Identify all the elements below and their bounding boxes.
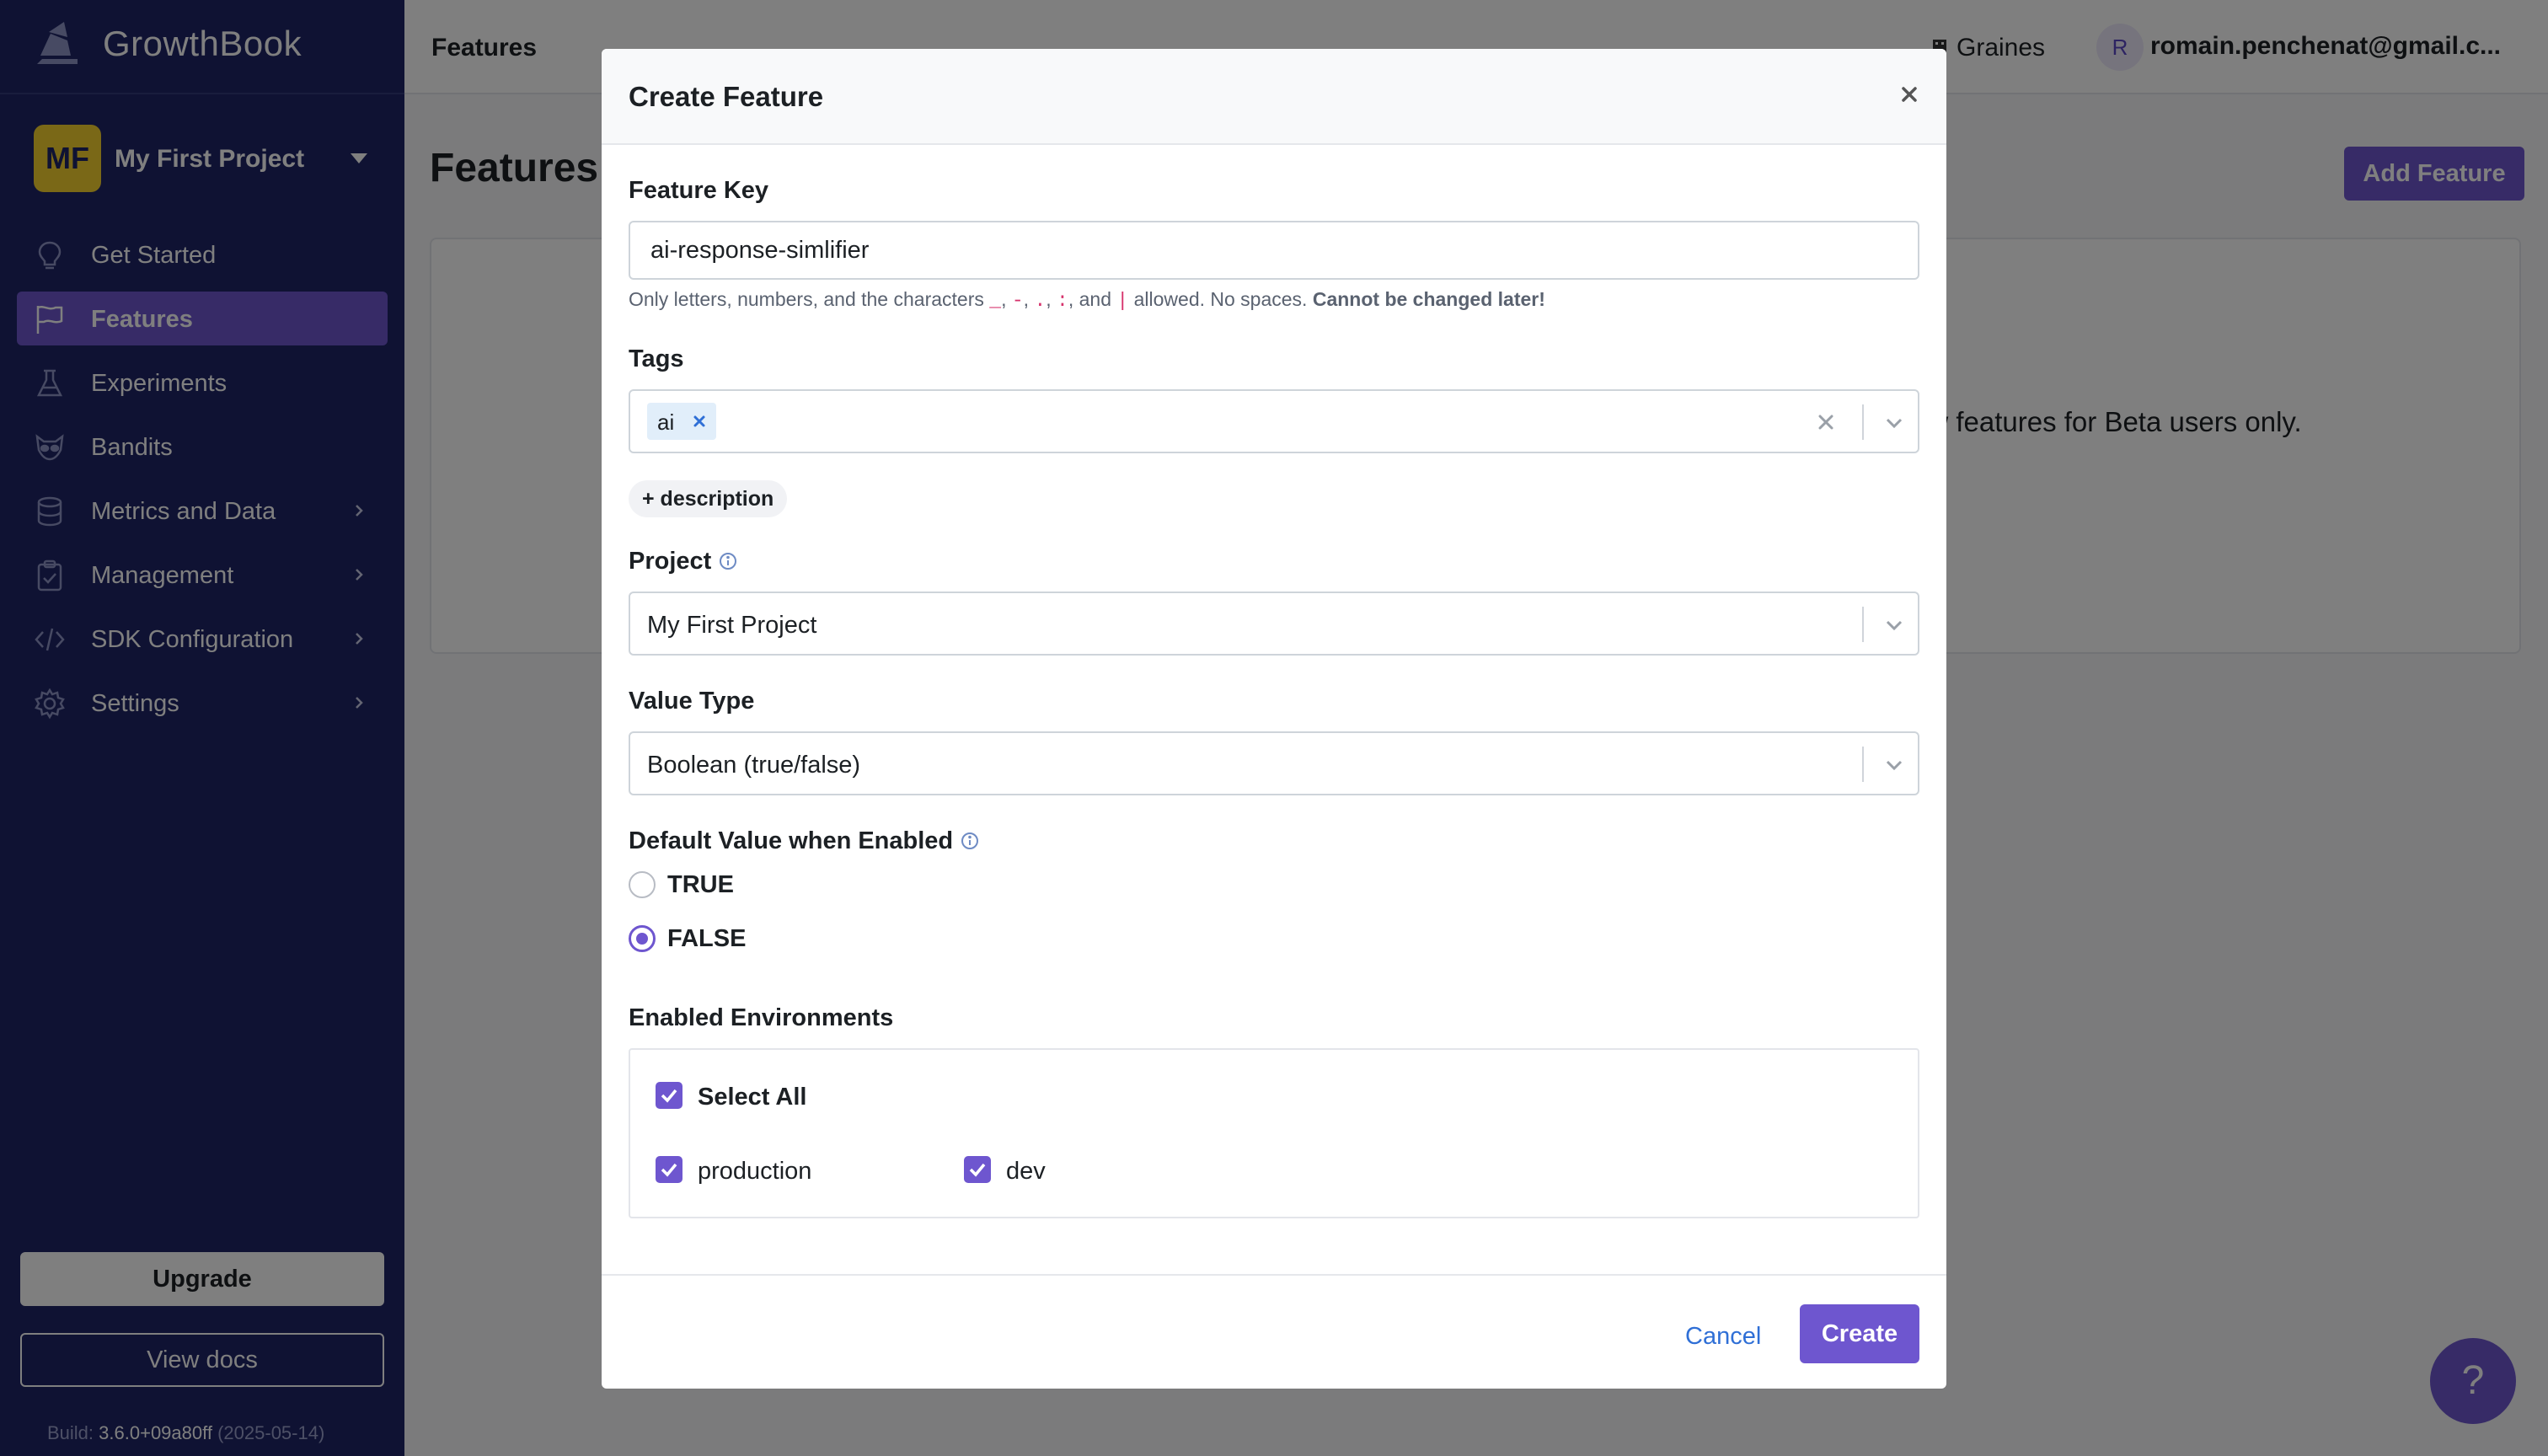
value-type-select-value: Boolean (true/false): [647, 752, 861, 779]
environment-label: dev: [1006, 1158, 1046, 1185]
environment-label: production: [698, 1158, 812, 1185]
radio-label-true: TRUE: [667, 871, 734, 898]
project-select[interactable]: My First Project: [629, 592, 1919, 656]
help-char: |: [1116, 290, 1129, 312]
project-label: Project: [629, 548, 738, 575]
remove-tag-icon[interactable]: [691, 413, 708, 430]
dev-checkbox[interactable]: [964, 1156, 991, 1183]
default-value-label: Default Value when Enabled: [629, 827, 980, 855]
help-char: .: [1034, 290, 1046, 312]
tags-select[interactable]: ai: [629, 389, 1919, 453]
select-separator: [1862, 607, 1864, 642]
chevron-down-icon[interactable]: [1882, 753, 1906, 777]
create-button[interactable]: Create: [1800, 1304, 1919, 1363]
radio-label-false: FALSE: [667, 925, 747, 952]
feature-key-help: Only letters, numbers, and the character…: [629, 288, 1545, 312]
environments-box: Select All production dev: [629, 1048, 1919, 1218]
help-warning: Cannot be changed later!: [1312, 288, 1545, 310]
value-type-label: Value Type: [629, 688, 755, 715]
select-separator: [1862, 747, 1864, 782]
help-prefix: Only letters, numbers, and the character…: [629, 288, 984, 310]
feature-key-input[interactable]: [629, 221, 1919, 280]
chevron-down-icon[interactable]: [1882, 411, 1906, 435]
cancel-button[interactable]: Cancel: [1685, 1323, 1761, 1351]
production-checkbox[interactable]: [656, 1156, 682, 1183]
help-char: _: [989, 290, 1002, 312]
check-icon: [661, 1089, 677, 1103]
help-and: and: [1079, 288, 1112, 310]
create-feature-modal: Create Feature Feature Key Only letters,…: [602, 49, 1946, 1389]
tag-chip: ai: [647, 403, 716, 440]
radio-true[interactable]: [629, 871, 656, 898]
project-label-text: Project: [629, 548, 712, 575]
clear-icon[interactable]: [1813, 410, 1839, 435]
default-value-label-text: Default Value when Enabled: [629, 827, 954, 854]
modal-header: Create Feature: [602, 49, 1946, 145]
feature-key-label: Feature Key: [629, 177, 769, 204]
tag-text: ai: [657, 410, 675, 435]
modal-footer: Cancel Create: [602, 1274, 1946, 1389]
help-suffix: allowed. No spaces.: [1133, 288, 1308, 310]
environments-label: Enabled Environments: [629, 1004, 894, 1031]
chevron-down-icon[interactable]: [1882, 613, 1906, 637]
select-all-label: Select All: [698, 1084, 807, 1111]
select-all-checkbox[interactable]: [656, 1082, 682, 1109]
select-separator: [1862, 404, 1864, 440]
check-icon: [969, 1163, 986, 1177]
help-char: -: [1011, 290, 1024, 312]
value-type-select[interactable]: Boolean (true/false): [629, 731, 1919, 795]
project-select-value: My First Project: [647, 612, 817, 639]
check-icon: [661, 1163, 677, 1177]
tags-label: Tags: [629, 345, 684, 372]
radio-false[interactable]: [629, 925, 656, 952]
info-icon[interactable]: [960, 831, 980, 851]
info-icon[interactable]: [718, 551, 738, 571]
add-description-button[interactable]: + description: [629, 480, 788, 517]
help-char: :: [1057, 290, 1068, 312]
modal-title: Create Feature: [629, 81, 824, 112]
close-icon[interactable]: [1894, 79, 1924, 110]
